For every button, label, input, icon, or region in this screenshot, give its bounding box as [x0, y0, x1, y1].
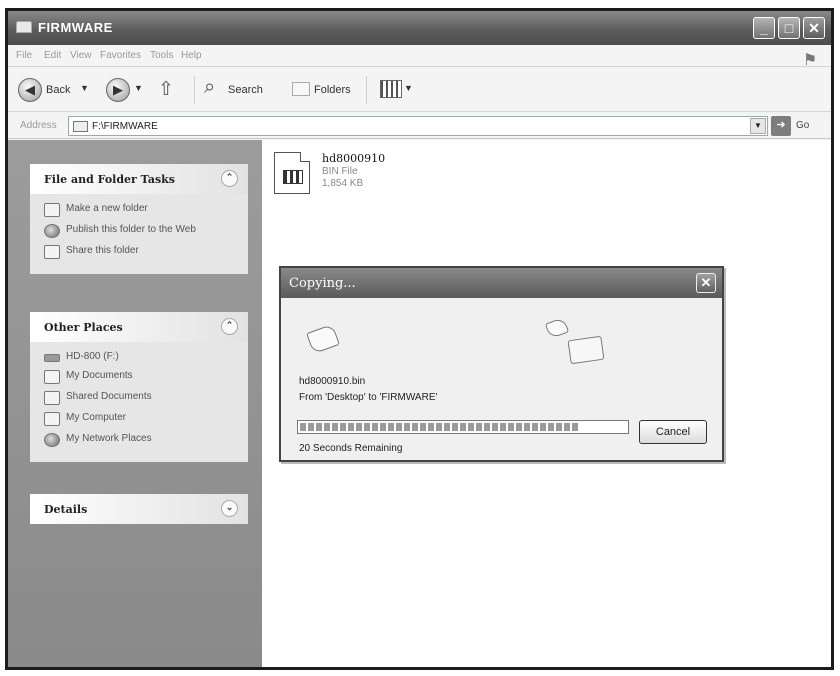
address-dropdown-icon[interactable]: ▼ [750, 118, 766, 134]
panel-body: HD-800 (F:) My Documents Shared Document… [30, 342, 248, 462]
forward-arrow-icon[interactable]: ▶ [106, 78, 130, 102]
place-label: My Computer [66, 412, 127, 423]
back-button[interactable]: Back [46, 84, 70, 96]
back-arrow-icon[interactable]: ◀ [18, 78, 42, 102]
minimize-button[interactable]: _ [753, 17, 775, 39]
panel-title: File and Folder Tasks [44, 173, 175, 186]
file-name[interactable]: hd8000910 [322, 152, 385, 165]
address-path[interactable]: F:\FIRMWARE [92, 121, 158, 132]
up-folder-icon[interactable]: ⇧ [158, 78, 174, 101]
paper-source-icon [306, 323, 340, 355]
bin-file-icon[interactable] [274, 152, 310, 194]
title-bar[interactable]: FIRMWARE _ □ ✕ [8, 11, 831, 45]
task-label: Share this folder [66, 245, 139, 256]
menu-view[interactable]: View [70, 50, 92, 61]
file-folder-tasks-panel: File and Folder Tasks ⌃ Make a new folde… [30, 164, 248, 274]
file-size: 1,854 KB [322, 178, 364, 189]
task-share-folder[interactable]: Share this folder [44, 245, 248, 259]
task-pane: File and Folder Tasks ⌃ Make a new folde… [8, 140, 262, 667]
toolbar-separator [194, 76, 195, 104]
copy-progress-dialog: Copying... ✕ hd8000910.bin From 'Desktop… [279, 266, 724, 462]
file-type: BIN File [322, 166, 358, 177]
shared-folder-icon [44, 391, 60, 405]
time-remaining: 20 Seconds Remaining [299, 443, 403, 454]
folder-icon [73, 121, 88, 132]
address-field[interactable]: F:\FIRMWARE ▼ [68, 116, 768, 136]
dialog-title: Copying... [289, 276, 356, 291]
task-make-new-folder[interactable]: Make a new folder [44, 203, 248, 217]
panel-title: Other Places [44, 321, 123, 334]
close-icon[interactable]: ✕ [696, 273, 716, 293]
views-dropdown-icon[interactable]: ▼ [404, 83, 413, 93]
cancel-button[interactable]: Cancel [639, 420, 707, 444]
destination-folder-icon [567, 335, 605, 365]
share-icon [44, 245, 60, 259]
menu-file[interactable]: File [16, 50, 32, 61]
place-label: My Network Places [66, 433, 152, 444]
dialog-title-bar[interactable]: Copying... ✕ [281, 268, 722, 298]
go-arrow-icon[interactable]: ➜ [771, 116, 791, 136]
computer-icon [44, 412, 60, 426]
collapse-chevron-icon[interactable]: ⌃ [221, 318, 238, 335]
window-title: FIRMWARE [38, 20, 113, 35]
expand-chevron-icon[interactable]: ⌄ [221, 500, 238, 517]
details-panel: Details ⌄ [30, 494, 248, 524]
panel-header[interactable]: Other Places ⌃ [30, 312, 248, 342]
address-label: Address [20, 120, 57, 131]
go-button[interactable]: Go [796, 120, 809, 131]
menu-favorites[interactable]: Favorites [100, 50, 141, 61]
collapse-chevron-icon[interactable]: ⌃ [221, 170, 238, 187]
folder-icon [16, 21, 32, 33]
page-fold [300, 152, 310, 162]
place-my-documents[interactable]: My Documents [44, 370, 248, 384]
place-label: HD-800 (F:) [66, 351, 119, 362]
panel-header[interactable]: File and Folder Tasks ⌃ [30, 164, 248, 194]
drive-icon [44, 354, 60, 362]
address-bar: Address F:\FIRMWARE ▼ ➜ Go [8, 113, 831, 139]
flying-paper-icon [544, 317, 570, 339]
other-places-panel: Other Places ⌃ HD-800 (F:) My Documents … [30, 312, 248, 462]
network-icon [44, 433, 60, 447]
place-my-network-places[interactable]: My Network Places [44, 433, 248, 447]
documents-icon [44, 370, 60, 384]
globe-icon [44, 224, 60, 238]
progress-fill [300, 423, 581, 431]
place-label: My Documents [66, 370, 133, 381]
copy-source-destination: From 'Desktop' to 'FIRMWARE' [299, 392, 438, 403]
panel-title: Details [44, 503, 88, 516]
toolbar-separator [366, 76, 367, 104]
copy-progress-bar [297, 420, 629, 434]
copy-filename: hd8000910.bin [299, 376, 366, 387]
maximize-button[interactable]: □ [778, 17, 800, 39]
toolbar: ◀ Back ▼ ▶ ▼ ⇧ ⌕ Search Folders ▼ [8, 68, 831, 112]
menu-help[interactable]: Help [181, 50, 202, 61]
panel-header[interactable]: Details ⌄ [30, 494, 248, 524]
menu-edit[interactable]: Edit [44, 50, 61, 61]
close-button[interactable]: ✕ [803, 17, 825, 39]
file-grid-glyph [283, 170, 303, 184]
place-label: Shared Documents [66, 391, 152, 402]
place-shared-documents[interactable]: Shared Documents [44, 391, 248, 405]
menu-tools[interactable]: Tools [150, 50, 173, 61]
search-button[interactable]: Search [228, 84, 263, 96]
folders-button[interactable]: Folders [314, 84, 351, 96]
folder-new-icon [44, 203, 60, 217]
windows-logo-icon: ⚑ [802, 52, 818, 69]
place-my-computer[interactable]: My Computer [44, 412, 248, 426]
back-dropdown-icon[interactable]: ▼ [80, 83, 89, 93]
task-label: Publish this folder to the Web [66, 224, 196, 235]
place-drive[interactable]: HD-800 (F:) [44, 351, 248, 363]
search-icon[interactable]: ⌕ [204, 76, 215, 99]
task-label: Make a new folder [66, 203, 148, 214]
panel-body: Make a new folder Publish this folder to… [30, 194, 248, 274]
views-icon[interactable] [380, 80, 402, 98]
folders-icon[interactable] [292, 82, 310, 96]
task-publish-to-web[interactable]: Publish this folder to the Web [44, 224, 248, 238]
menu-bar: File Edit View Favorites Tools Help ⚑ [8, 45, 831, 69]
forward-dropdown-icon[interactable]: ▼ [134, 83, 143, 93]
